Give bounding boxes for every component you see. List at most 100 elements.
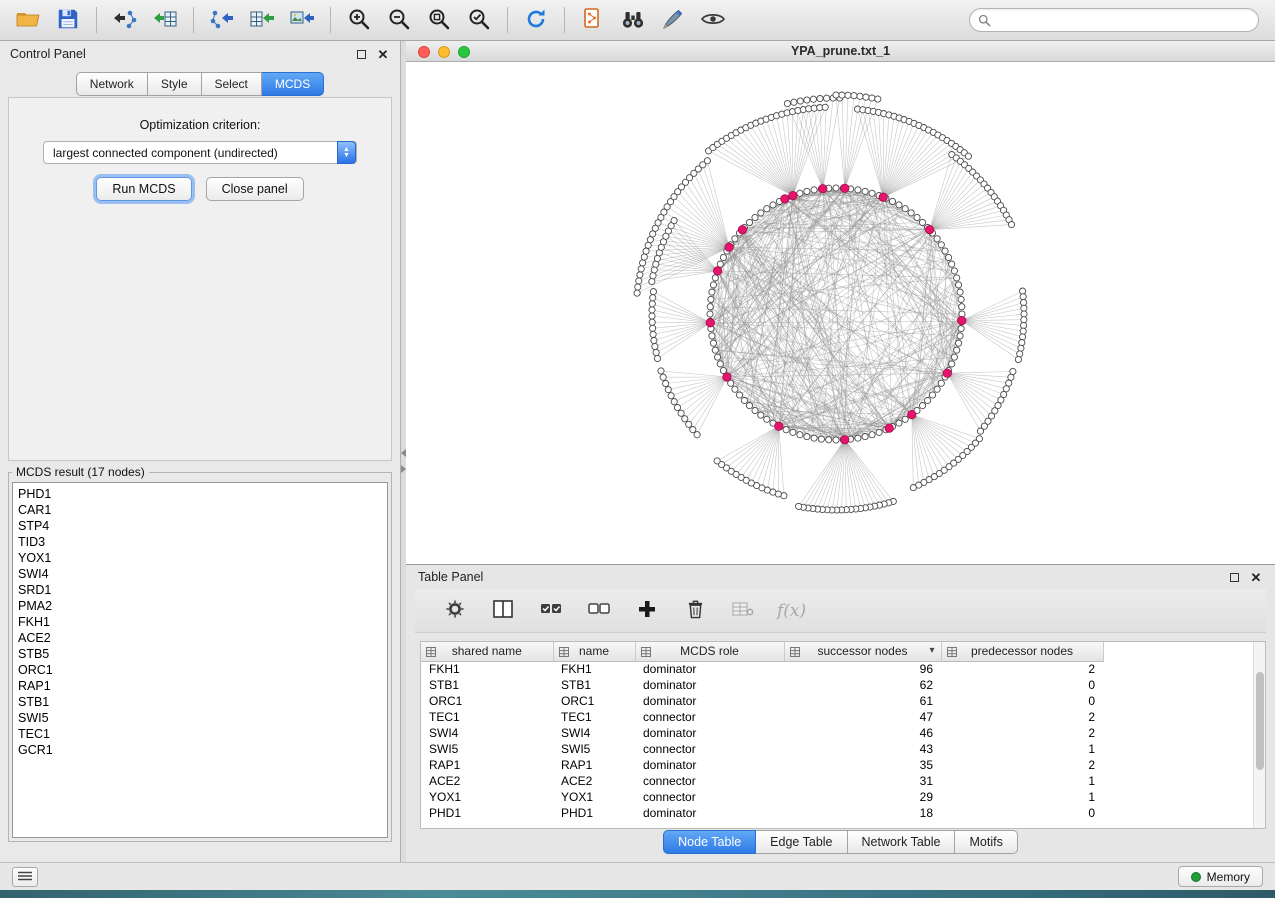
zoom-out-button[interactable]	[381, 4, 417, 36]
refresh-layout-button[interactable]	[518, 4, 554, 36]
run-mcds-button[interactable]: Run MCDS	[96, 177, 191, 201]
column-header-name[interactable]: name	[553, 642, 635, 661]
function-builder-button[interactable]: f(x)	[777, 596, 806, 626]
memory-button[interactable]: Memory	[1178, 866, 1263, 887]
mcds-result-item[interactable]: GCR1	[18, 742, 382, 758]
table-row[interactable]: SWI4SWI4dominator462	[421, 725, 1265, 741]
mcds-result-item[interactable]: PMA2	[18, 598, 382, 614]
network-view[interactable]	[406, 62, 1275, 564]
close-table-panel-icon[interactable]: ✕	[1249, 570, 1263, 584]
sort-caret-icon[interactable]: ▾	[929, 645, 934, 656]
import-network-button[interactable]	[107, 4, 143, 36]
add-column-button[interactable]	[633, 596, 661, 626]
table-row[interactable]: STB1STB1dominator620	[421, 677, 1265, 693]
tab-network-table[interactable]: Network Table	[848, 830, 956, 854]
table-cell: 46	[784, 725, 941, 741]
style-brush-button[interactable]	[655, 4, 691, 36]
search-field[interactable]	[969, 8, 1259, 32]
find-button[interactable]	[615, 4, 651, 36]
mcds-result-item[interactable]: CAR1	[18, 502, 382, 518]
mcds-result-item[interactable]: RAP1	[18, 678, 382, 694]
tab-motifs[interactable]: Motifs	[955, 830, 1017, 854]
table-toolbar: f(x)	[415, 589, 1266, 633]
mcds-result-item[interactable]: STP4	[18, 518, 382, 534]
mcds-result-item[interactable]: YOX1	[18, 550, 382, 566]
table-row[interactable]: YOX1YOX1connector291	[421, 789, 1265, 805]
criterion-dropdown[interactable]: largest connected component (undirected)…	[43, 141, 357, 164]
maximize-window-icon[interactable]	[458, 46, 470, 58]
table-cell: YOX1	[421, 789, 553, 805]
table-cell: FKH1	[421, 661, 553, 677]
tab-select[interactable]: Select	[202, 72, 262, 96]
tab-style[interactable]: Style	[148, 72, 202, 96]
mcds-result-item[interactable]: PHD1	[18, 486, 382, 502]
mcds-result-item[interactable]: SWI4	[18, 566, 382, 582]
column-header-successor-nodes[interactable]: successor nodes ▾	[784, 642, 941, 661]
table-cell: 2	[941, 709, 1103, 725]
mcds-result-item[interactable]: SRD1	[18, 582, 382, 598]
table-row[interactable]: ACE2ACE2connector311	[421, 773, 1265, 789]
mcds-result-item[interactable]: FKH1	[18, 614, 382, 630]
table-row[interactable]: PHD1PHD1dominator180	[421, 805, 1265, 821]
mcds-result-item[interactable]: STB1	[18, 694, 382, 710]
table-settings-button[interactable]	[441, 596, 469, 626]
column-header-mcds-role[interactable]: MCDS role	[635, 642, 784, 661]
open-file-button[interactable]	[10, 4, 46, 36]
toolbar-separator	[507, 7, 508, 33]
mcds-result-item[interactable]: TEC1	[18, 726, 382, 742]
zoom-selected-button[interactable]	[461, 4, 497, 36]
table-row[interactable]: TEC1TEC1connector472	[421, 709, 1265, 725]
export-network-icon	[209, 6, 235, 35]
column-header-shared-name[interactable]: shared name	[421, 642, 553, 661]
show-details-button[interactable]	[695, 4, 731, 36]
mcds-result-item[interactable]: ACE2	[18, 630, 382, 646]
tab-edge-table[interactable]: Edge Table	[756, 830, 847, 854]
tab-node-table[interactable]: Node Table	[663, 830, 756, 854]
show-column-button[interactable]	[489, 596, 517, 626]
float-panel-icon[interactable]	[354, 47, 368, 61]
delete-table-button[interactable]	[729, 596, 757, 626]
float-table-panel-icon[interactable]	[1227, 570, 1241, 584]
select-all-button[interactable]	[537, 596, 565, 626]
table-cell: ORC1	[553, 693, 635, 709]
zoom-in-button[interactable]	[341, 4, 377, 36]
table-scrollbar[interactable]	[1253, 642, 1265, 828]
task-history-button[interactable]	[12, 867, 38, 887]
minimize-window-icon[interactable]	[438, 46, 450, 58]
close-window-icon[interactable]	[418, 46, 430, 58]
mcds-result-item[interactable]: STB5	[18, 646, 382, 662]
mcds-result-item[interactable]: SWI5	[18, 710, 382, 726]
mcds-result-item[interactable]: TID3	[18, 534, 382, 550]
network-document-button[interactable]	[575, 4, 611, 36]
search-input[interactable]	[996, 12, 1250, 28]
tab-network[interactable]: Network	[76, 72, 148, 96]
close-panel-button[interactable]: Close panel	[206, 177, 304, 201]
delete-column-button[interactable]	[681, 596, 709, 626]
node-table: shared name name MCDS role	[421, 642, 1265, 821]
tab-mcds[interactable]: MCDS	[262, 72, 324, 96]
table-panel: Table Panel ✕	[406, 565, 1275, 862]
refresh-icon	[523, 6, 549, 35]
network-window-titlebar[interactable]: YPA_prune.txt_1	[406, 41, 1275, 62]
table-cell: 62	[784, 677, 941, 693]
table-row[interactable]: RAP1RAP1dominator352	[421, 757, 1265, 773]
import-table-button[interactable]	[147, 4, 183, 36]
table-scrollbar-thumb[interactable]	[1256, 672, 1264, 770]
table-cell: 0	[941, 677, 1103, 693]
clear-selection-button[interactable]	[585, 596, 613, 626]
export-table-button[interactable]	[244, 4, 280, 36]
table-cell: dominator	[635, 677, 784, 693]
save-session-button[interactable]	[50, 4, 86, 36]
table-row[interactable]: ORC1ORC1dominator610	[421, 693, 1265, 709]
mcds-result-item[interactable]: ORC1	[18, 662, 382, 678]
table-cell: SWI5	[421, 741, 553, 757]
close-panel-icon[interactable]: ✕	[376, 47, 390, 61]
table-row[interactable]: SWI5SWI5connector431	[421, 741, 1265, 757]
table-panel-title: Table Panel	[418, 570, 483, 584]
export-image-button[interactable]	[284, 4, 320, 36]
mcds-result-list[interactable]: PHD1CAR1STP4TID3YOX1SWI4SRD1PMA2FKH1ACE2…	[12, 482, 388, 838]
export-network-button[interactable]	[204, 4, 240, 36]
column-header-predecessor-nodes[interactable]: predecessor nodes	[941, 642, 1103, 661]
zoom-fit-button[interactable]	[421, 4, 457, 36]
table-row[interactable]: FKH1FKH1dominator962	[421, 661, 1265, 677]
